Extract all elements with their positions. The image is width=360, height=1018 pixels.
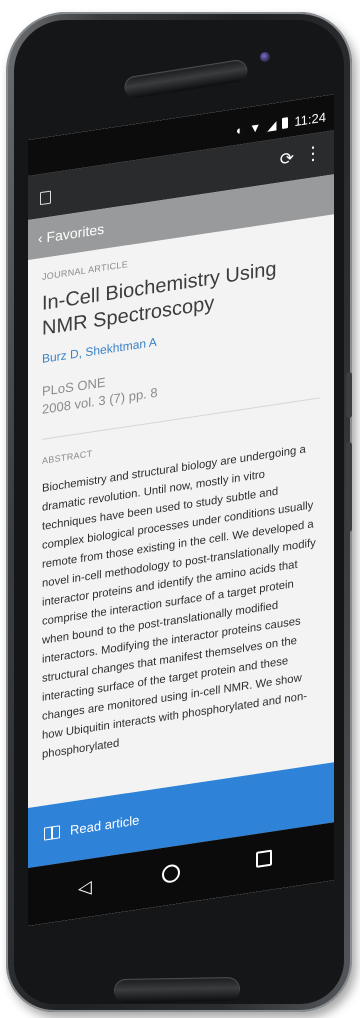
favorites-back-link[interactable]: ‹ Favorites [38,221,104,247]
front-camera [260,52,270,62]
location-icon: ◐ [236,122,244,138]
volume-button [346,372,352,418]
app-icon [40,190,51,206]
status-time: 11:24 [294,109,326,130]
recents-icon[interactable] [256,849,272,868]
phone-screen: ◐ ▼ ◢ 11:24 ⟳ ⋮ ‹ Favorites JOURNAL ARTI… [28,94,334,926]
article-content: JOURNAL ARTICLE In-Cell Biochemistry Usi… [28,214,334,767]
sync-icon[interactable]: ⟳ [280,148,294,170]
bottom-speaker [113,976,241,1004]
back-icon[interactable]: ◁ [78,876,92,899]
overflow-menu-icon[interactable]: ⋮ [304,142,320,165]
abstract-text: Biochemistry and structural biology are … [42,443,316,761]
battery-icon [282,117,289,129]
book-icon [44,825,60,841]
read-article-label: Read article [70,812,140,838]
signal-icon: ◢ [267,117,277,133]
wifi-icon: ▼ [249,119,262,136]
power-button [346,442,352,532]
phone-device: ◐ ▼ ◢ 11:24 ⟳ ⋮ ‹ Favorites JOURNAL ARTI… [6,12,352,1012]
home-icon[interactable] [162,863,180,884]
